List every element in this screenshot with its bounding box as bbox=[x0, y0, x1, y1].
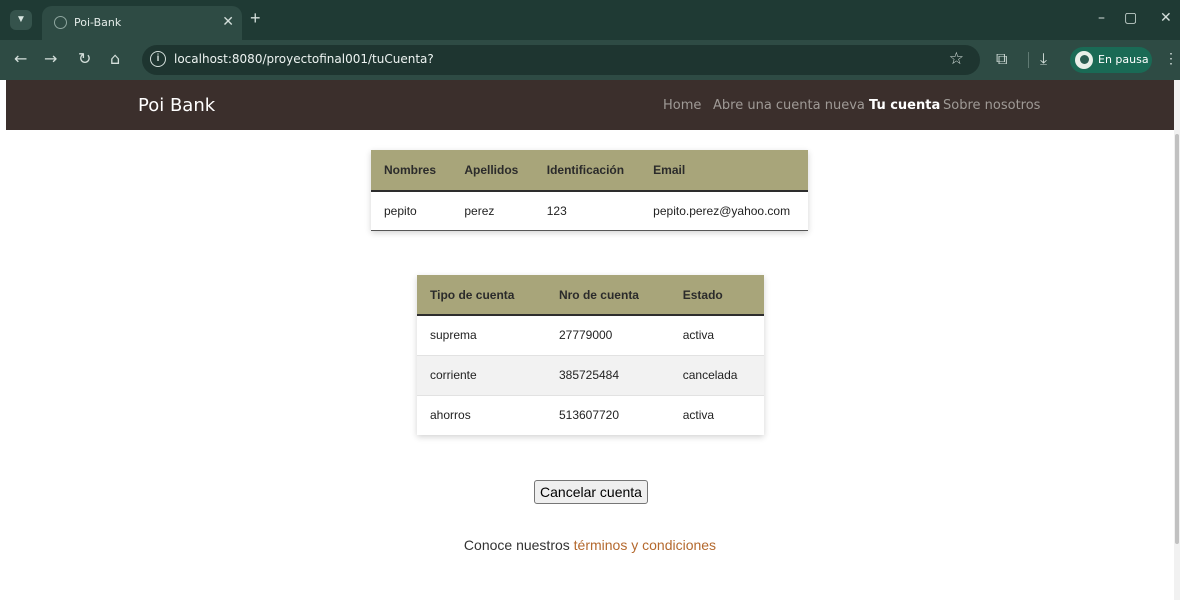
table-row: pepito perez 123 pepito.perez@yahoo.com bbox=[371, 191, 808, 231]
reload-icon[interactable]: ↻ bbox=[78, 49, 91, 68]
account-number-cell: 385725484 bbox=[545, 355, 670, 396]
account-status-cell: activa bbox=[669, 315, 764, 356]
column-header: Estado bbox=[669, 275, 764, 316]
extensions-icon[interactable]: ⧉ bbox=[996, 49, 1007, 69]
forward-arrow-icon[interactable]: → bbox=[44, 49, 57, 68]
back-arrow-icon[interactable]: ← bbox=[14, 49, 27, 68]
user-info-table: Nombres Apellidos Identificación Email p… bbox=[371, 150, 808, 231]
nav-link-your-account[interactable]: Tu cuenta bbox=[869, 98, 940, 113]
close-window-icon[interactable]: ✕ bbox=[1160, 10, 1172, 26]
column-header: Email bbox=[640, 150, 808, 192]
toolbar-divider bbox=[1028, 52, 1029, 68]
table-row: corriente 385725484 cancelada bbox=[417, 355, 764, 396]
account-status-cell: activa bbox=[682, 408, 715, 423]
tab-title: Poi-Bank bbox=[74, 16, 122, 29]
nav-link-home[interactable]: Home bbox=[663, 98, 701, 113]
table-row: suprema 27779000 activa bbox=[417, 315, 764, 356]
profile-status-label: En pausa bbox=[1098, 53, 1149, 66]
tab-close-icon[interactable]: ✕ bbox=[222, 13, 234, 30]
column-header: Apellidos bbox=[451, 150, 534, 192]
account-type-cell: corriente bbox=[417, 355, 546, 396]
nav-link-open-account[interactable]: Abre una cuenta nueva bbox=[713, 98, 865, 113]
avatar bbox=[1075, 51, 1093, 69]
accounts-table: Tipo de cuenta Nro de cuenta Estado supr… bbox=[417, 275, 764, 435]
terms-link[interactable]: términos y condiciones bbox=[574, 537, 716, 553]
email-cell: pepito.perez@yahoo.com bbox=[640, 191, 808, 231]
browser-tab-bar: ▼ Poi-Bank ✕ + – ▢ ✕ bbox=[0, 0, 1180, 40]
profile-button[interactable]: En pausa bbox=[1070, 47, 1152, 73]
account-type-cell: ahorros bbox=[430, 408, 471, 423]
column-header: Identificación bbox=[533, 150, 641, 192]
tab-search-icon[interactable]: ▼ bbox=[10, 10, 32, 30]
id-cell: 123 bbox=[533, 191, 641, 231]
favicon-icon bbox=[54, 16, 67, 29]
terms-intro-text: Conoce nuestros bbox=[463, 537, 574, 553]
first-name-cell: pepito bbox=[371, 191, 452, 231]
table-header-row: Tipo de cuenta Nro de cuenta Estado bbox=[417, 275, 764, 316]
url-text[interactable]: localhost:8080/proyectofinal001/tuCuenta… bbox=[174, 52, 434, 66]
cancel-account-button[interactable]: Cancelar cuenta bbox=[534, 480, 648, 504]
account-type-cell: suprema bbox=[417, 315, 546, 356]
last-name-cell: perez bbox=[451, 191, 534, 231]
column-header: Nro de cuenta bbox=[545, 275, 670, 316]
bookmark-star-icon[interactable]: ☆ bbox=[949, 49, 964, 69]
minimize-icon[interactable]: – bbox=[1098, 10, 1105, 26]
kebab-menu-icon[interactable]: ⋮ bbox=[1164, 50, 1178, 67]
site-navbar: Poi Bank Home Abre una cuenta nueva Tu c… bbox=[6, 80, 1174, 130]
download-icon[interactable]: ⤓ bbox=[1040, 49, 1047, 69]
brand-logo[interactable]: Poi Bank bbox=[138, 95, 215, 116]
terms-footer: Conoce nuestros términos y condiciones bbox=[0, 537, 1180, 553]
new-tab-icon[interactable]: + bbox=[250, 8, 261, 29]
scrollbar-thumb[interactable] bbox=[1175, 134, 1179, 544]
site-info-icon[interactable]: i bbox=[150, 51, 166, 67]
address-bar[interactable]: i localhost:8080/proyectofinal001/tuCuen… bbox=[142, 45, 980, 75]
nav-link-about-us[interactable]: Sobre nosotros bbox=[943, 98, 1040, 113]
table-row: ahorros 513607720 activa bbox=[417, 395, 764, 435]
browser-toolbar: ← → ↻ ⌂ i localhost:8080/proyectofinal00… bbox=[0, 40, 1180, 80]
home-icon[interactable]: ⌂ bbox=[110, 49, 120, 68]
browser-tab[interactable]: Poi-Bank ✕ bbox=[42, 6, 242, 40]
account-number-cell: 27779000 bbox=[545, 315, 670, 356]
column-header: Nombres bbox=[371, 150, 452, 192]
restore-icon[interactable]: ▢ bbox=[1124, 10, 1137, 26]
table-header-row: Nombres Apellidos Identificación Email bbox=[371, 150, 808, 192]
account-status-cell: cancelada bbox=[669, 355, 764, 396]
column-header: Tipo de cuenta bbox=[417, 275, 546, 316]
account-number-cell: 513607720 bbox=[558, 408, 620, 423]
